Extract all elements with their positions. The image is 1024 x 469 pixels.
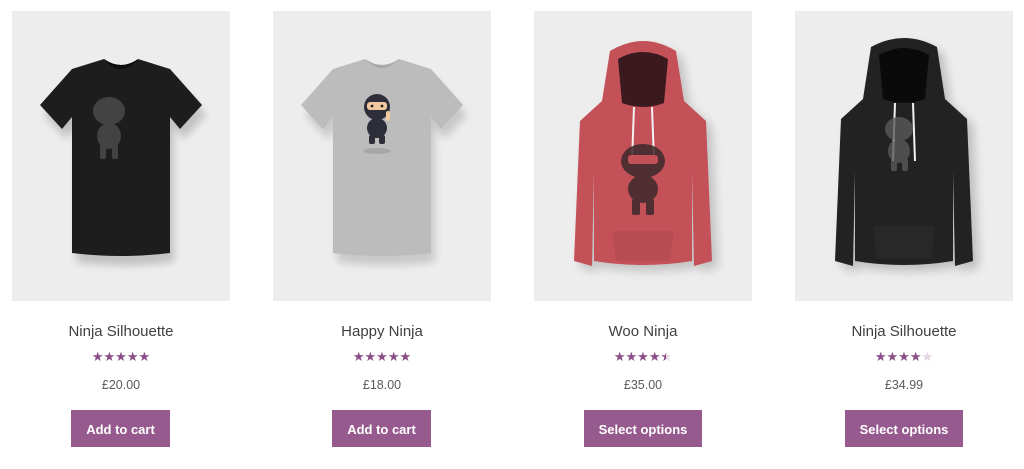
rating-stars-4: ★★★★★ ★★★★★ bbox=[875, 350, 933, 366]
add-to-cart-button[interactable]: Add to cart bbox=[332, 410, 431, 447]
star-fill: ★★★★★ bbox=[352, 350, 412, 365]
product-title[interactable]: Ninja Silhouette bbox=[795, 322, 1013, 342]
product-title[interactable]: Happy Ninja bbox=[273, 322, 491, 342]
product-price: £35.00 bbox=[623, 378, 663, 392]
product-price: £20.00 bbox=[101, 378, 141, 392]
product-grid: Ninja Silhouette ★★★★★ ★★★★★ £20.00 Add … bbox=[0, 0, 1024, 469]
select-options-button[interactable]: Select options bbox=[584, 410, 702, 447]
rating-stars-5: ★★★★★ ★★★★★ bbox=[92, 350, 150, 366]
product-image-grey-tshirt[interactable] bbox=[273, 11, 491, 301]
add-to-cart-button[interactable]: Add to cart bbox=[71, 410, 170, 447]
product-title[interactable]: Woo Ninja bbox=[534, 322, 752, 342]
star-fill: ★★★★★ bbox=[91, 350, 151, 365]
rating-stars-5: ★★★★★ ★★★★★ bbox=[353, 350, 411, 366]
product-image-red-hoodie[interactable] bbox=[534, 11, 752, 301]
star-rating: ★★★★★ ★★★★★ bbox=[795, 349, 1013, 367]
rating-stars-4.5: ★★★★★ ★★★★★ bbox=[614, 350, 672, 366]
star-rating: ★★★★★ ★★★★★ bbox=[534, 349, 752, 367]
star-rating: ★★★★★ ★★★★★ bbox=[12, 349, 230, 367]
select-options-button[interactable]: Select options bbox=[845, 410, 963, 447]
product-price: £18.00 bbox=[362, 378, 402, 392]
product-price: £34.99 bbox=[884, 378, 924, 392]
star-fill: ★★★★★ bbox=[874, 350, 922, 365]
star-fill: ★★★★★ bbox=[613, 350, 667, 365]
product-image-black-tshirt[interactable] bbox=[12, 11, 230, 301]
product-title[interactable]: Ninja Silhouette bbox=[12, 322, 230, 342]
product-image-black-hoodie[interactable] bbox=[795, 11, 1013, 301]
star-rating: ★★★★★ ★★★★★ bbox=[273, 349, 491, 367]
